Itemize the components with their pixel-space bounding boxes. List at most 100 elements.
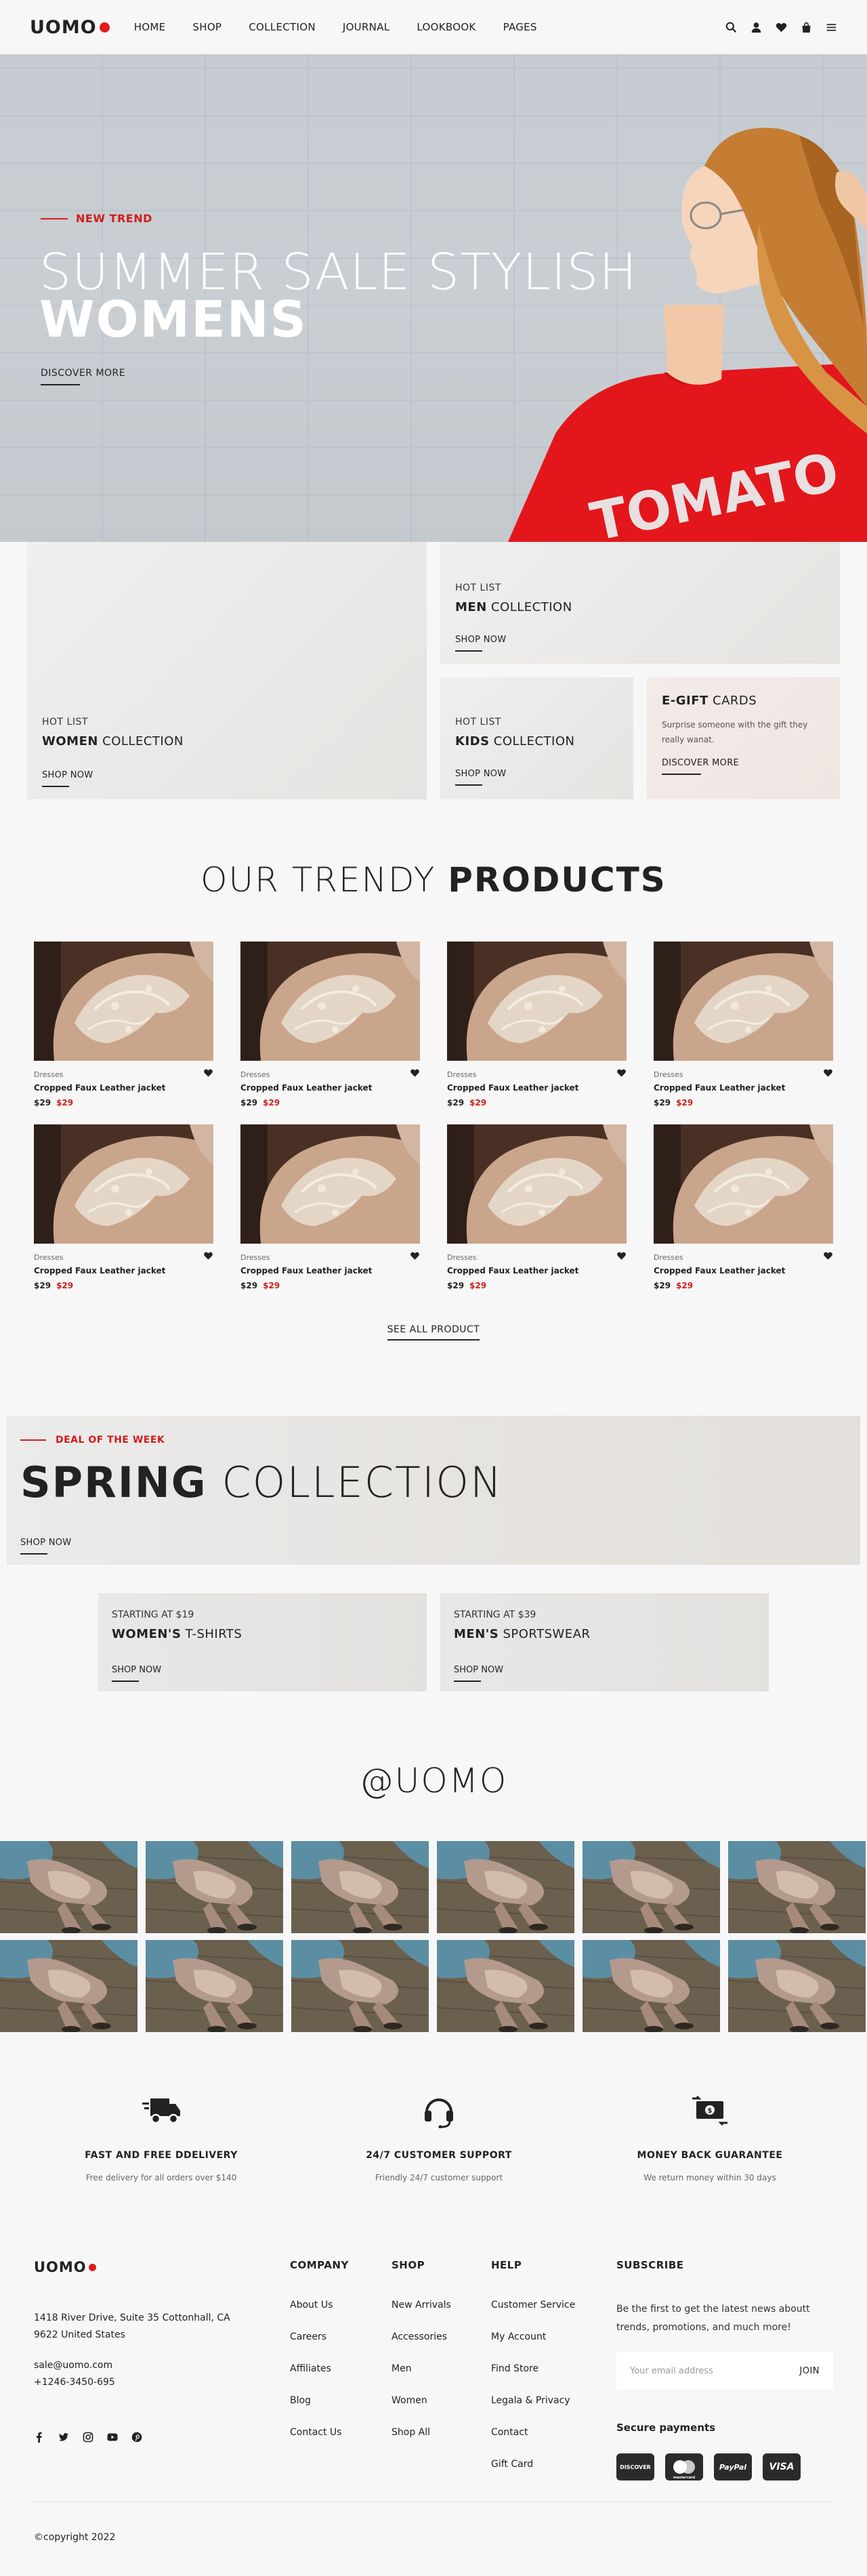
footer-link-contact-us[interactable]: Contact Us — [290, 2427, 349, 2438]
nav-pages[interactable]: PAGES — [503, 21, 537, 33]
product-card[interactable]: Dresses Cropped Faux Leather jacket $29 $29 — [447, 1124, 627, 1290]
product-card[interactable]: Dresses Cropped Faux Leather jacket $29 $29 — [654, 942, 833, 1107]
product-image[interactable] — [34, 1124, 213, 1244]
instagram-image[interactable] — [291, 1841, 429, 1933]
kids-collection-card[interactable]: HOT LIST KIDS COLLECTION SHOP NOW — [440, 677, 633, 799]
product-name[interactable]: Cropped Faux Leather jacket — [240, 1083, 420, 1093]
join-button[interactable]: JOIN — [799, 2366, 820, 2376]
instagram-image[interactable] — [146, 1940, 283, 2032]
nav-journal[interactable]: JOURNAL — [343, 21, 390, 33]
product-image[interactable] — [240, 1124, 420, 1244]
footer-link-about-us[interactable]: About Us — [290, 2300, 349, 2310]
egift-discover-link[interactable]: DISCOVER MORE — [662, 758, 825, 775]
mens-sportswear-banner[interactable]: STARTING AT $39 MEN'S SPORTSWEAR SHOP NO… — [440, 1593, 769, 1691]
instagram-image[interactable] — [728, 1940, 866, 2032]
footer-link-affiliates[interactable]: Affiliates — [290, 2363, 349, 2374]
product-image[interactable] — [447, 1124, 627, 1244]
footer-link-contact[interactable]: Contact — [491, 2427, 575, 2438]
instagram-image[interactable] — [437, 1940, 574, 2032]
footer-link-accessories[interactable]: Accessories — [392, 2331, 451, 2342]
instagram-image[interactable] — [291, 1940, 429, 2032]
product-card[interactable]: Dresses Cropped Faux Leather jacket $29 $29 — [34, 1124, 213, 1290]
deal-shop-now-link[interactable]: SHOP NOW — [20, 1538, 71, 1555]
twitter-icon[interactable] — [58, 2432, 69, 2443]
egift-card[interactable]: E-GIFT CARDS Surprise someone with the g… — [647, 677, 840, 799]
wishlist-heart-icon[interactable] — [203, 1068, 213, 1077]
mens-shop-now-link[interactable]: SHOP NOW — [454, 1665, 755, 1682]
women-shop-now-link[interactable]: SHOP NOW — [42, 770, 412, 787]
footer-phone[interactable]: +1246-3450-695 — [34, 2374, 115, 2391]
footer-link-find-store[interactable]: Find Store — [491, 2363, 575, 2374]
instagram-image[interactable] — [146, 1841, 283, 1933]
hero-tag-label: NEW TREND — [76, 212, 152, 225]
wishlist-heart-icon[interactable] — [823, 1250, 833, 1260]
pinterest-icon[interactable] — [131, 2432, 142, 2443]
footer-logo[interactable]: UOMO — [34, 2259, 96, 2275]
wishlist-heart-icon[interactable] — [410, 1068, 420, 1077]
wishlist-heart-icon[interactable] — [823, 1068, 833, 1077]
youtube-icon[interactable] — [107, 2432, 118, 2443]
product-card[interactable]: Dresses Cropped Faux Leather jacket $29 $29 — [447, 942, 627, 1107]
footer-link-my-account[interactable]: My Account — [491, 2331, 575, 2342]
product-name[interactable]: Cropped Faux Leather jacket — [447, 1266, 627, 1275]
product-card[interactable]: Dresses Cropped Faux Leather jacket $29 $29 — [34, 942, 213, 1107]
nav-lookbook[interactable]: LOOKBOOK — [417, 21, 475, 33]
footer-link-men[interactable]: Men — [392, 2363, 451, 2374]
instagram-image[interactable] — [583, 1940, 720, 2032]
heart-icon[interactable] — [776, 22, 787, 33]
product-image[interactable] — [654, 942, 833, 1061]
product-image[interactable] — [240, 942, 420, 1061]
product-card[interactable]: Dresses Cropped Faux Leather jacket $29 $29 — [654, 1124, 833, 1290]
product-card[interactable]: Dresses Cropped Faux Leather jacket $29 $29 — [240, 942, 420, 1107]
womens-shop-now-link[interactable]: SHOP NOW — [112, 1665, 413, 1682]
instagram-image[interactable] — [0, 1841, 138, 1933]
product-name[interactable]: Cropped Faux Leather jacket — [240, 1266, 420, 1275]
instagram-image[interactable] — [583, 1841, 720, 1933]
instagram-image[interactable] — [437, 1841, 574, 1933]
discover-more-link[interactable]: DISCOVER MORE — [41, 368, 125, 385]
footer-link-legal-privacy[interactable]: Legala & Privacy — [491, 2395, 575, 2406]
footer-link-women[interactable]: Women — [392, 2395, 451, 2406]
product-name[interactable]: Cropped Faux Leather jacket — [654, 1266, 833, 1275]
men-collection-card[interactable]: HOT LIST MEN COLLECTION SHOP NOW — [440, 542, 840, 664]
product-image[interactable] — [447, 942, 627, 1061]
instagram-image[interactable] — [0, 1940, 138, 2032]
kids-shop-now-link[interactable]: SHOP NOW — [455, 769, 618, 786]
footer-link-new-arrivals[interactable]: New Arrivals — [392, 2300, 451, 2310]
product-regular-price: $29 — [240, 1281, 258, 1290]
search-icon[interactable] — [725, 22, 737, 33]
footer-link-customer-service[interactable]: Customer Service — [491, 2300, 575, 2310]
instagram-image[interactable] — [728, 1841, 866, 1933]
men-shop-now-link[interactable]: SHOP NOW — [455, 635, 825, 652]
footer-email[interactable]: sale@uomo.com — [34, 2357, 115, 2374]
wishlist-heart-icon[interactable] — [616, 1068, 627, 1077]
wishlist-heart-icon[interactable] — [203, 1250, 213, 1260]
wishlist-heart-icon[interactable] — [410, 1250, 420, 1260]
egift-description: Surprise someone with the gift they real… — [662, 720, 808, 744]
product-name[interactable]: Cropped Faux Leather jacket — [34, 1266, 213, 1275]
nav-shop[interactable]: SHOP — [192, 21, 221, 33]
menu-icon[interactable] — [826, 22, 837, 33]
facebook-icon[interactable] — [34, 2432, 45, 2443]
product-image[interactable] — [34, 942, 213, 1061]
logo[interactable]: UOMO — [30, 17, 110, 38]
user-icon[interactable] — [750, 22, 762, 33]
wishlist-heart-icon[interactable] — [616, 1250, 627, 1260]
women-collection-card[interactable]: HOT LIST WOMEN COLLECTION SHOP NOW — [27, 542, 427, 799]
womens-tshirts-banner[interactable]: STARTING AT $19 WOMEN'S T-SHIRTS SHOP NO… — [98, 1593, 427, 1691]
footer-link-gift-card[interactable]: Gift Card — [491, 2459, 575, 2470]
footer-link-shop-all[interactable]: Shop All — [392, 2427, 451, 2438]
see-all-products-link[interactable]: SEE ALL PRODUCT — [0, 1324, 867, 1340]
footer-link-careers[interactable]: Careers — [290, 2331, 349, 2342]
product-name[interactable]: Cropped Faux Leather jacket — [654, 1083, 833, 1093]
instagram-icon[interactable] — [83, 2432, 93, 2443]
bag-icon[interactable] — [801, 22, 812, 33]
product-card[interactable]: Dresses Cropped Faux Leather jacket $29 $29 — [240, 1124, 420, 1290]
product-name[interactable]: Cropped Faux Leather jacket — [447, 1083, 627, 1093]
product-name[interactable]: Cropped Faux Leather jacket — [34, 1083, 213, 1093]
email-input[interactable] — [630, 2365, 800, 2376]
product-image[interactable] — [654, 1124, 833, 1244]
nav-home[interactable]: HOME — [134, 21, 166, 33]
nav-collection[interactable]: COLLECTION — [249, 21, 316, 33]
footer-link-blog[interactable]: Blog — [290, 2395, 349, 2406]
